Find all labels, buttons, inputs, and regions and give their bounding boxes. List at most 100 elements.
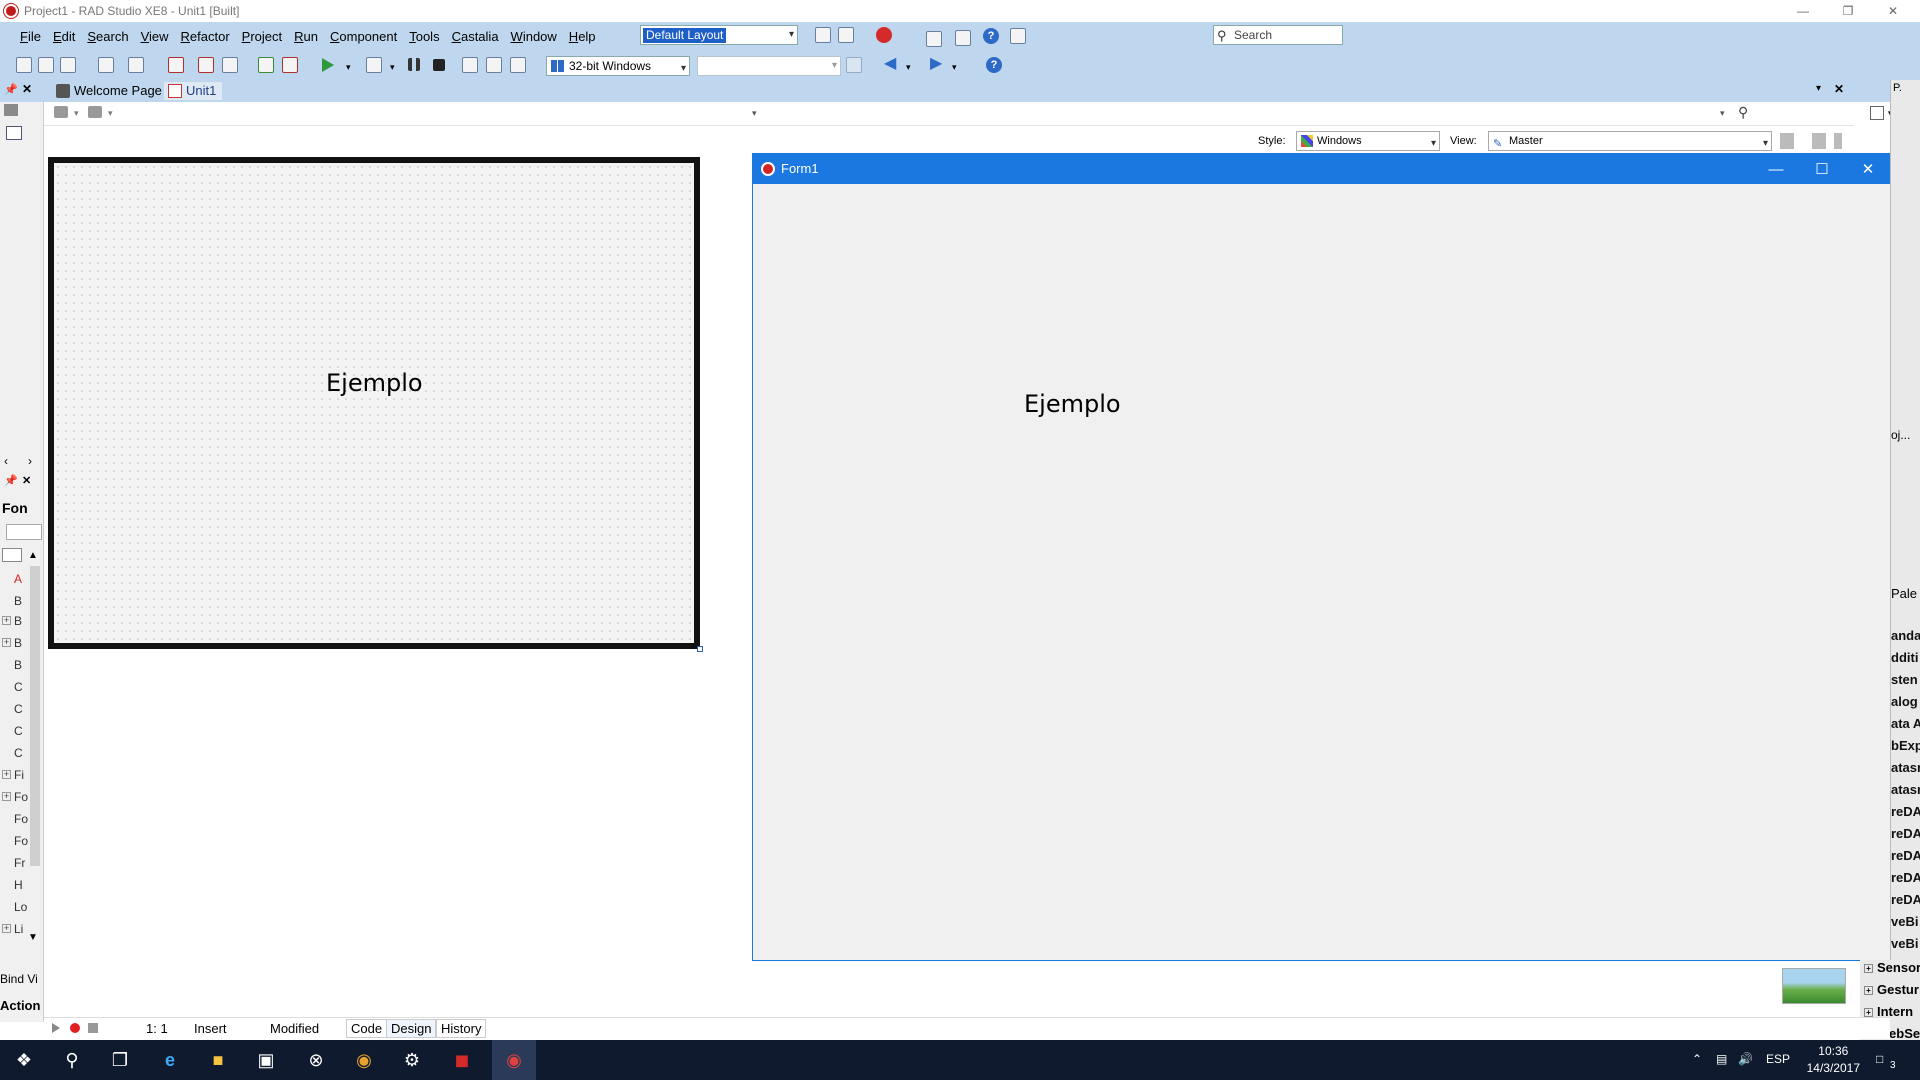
expand-icon[interactable]: + (2, 792, 11, 801)
property-name[interactable]: Fi (14, 768, 24, 782)
palette-category[interactable]: reDA (1891, 892, 1920, 907)
property-name[interactable]: H (14, 878, 23, 892)
palette-category[interactable]: dditi (1891, 650, 1920, 665)
expand-icon[interactable]: + (2, 924, 11, 933)
project-manager-icon[interactable] (1870, 106, 1884, 120)
help-community-icon[interactable]: ? (983, 28, 999, 44)
play-macro-icon[interactable] (52, 1023, 60, 1033)
chrome-icon[interactable]: ◉ (352, 1048, 376, 1072)
network-icon[interactable]: ▤ (1716, 1052, 1727, 1066)
menu-search[interactable]: Search (81, 28, 134, 46)
clock[interactable]: 10:36 14/3/2017 (1807, 1043, 1860, 1077)
property-name[interactable]: Fr (14, 856, 25, 870)
new-items-icon[interactable] (38, 57, 54, 73)
store-icon[interactable]: ▣ (254, 1048, 278, 1072)
search-input[interactable]: ⚲ Search (1213, 25, 1343, 45)
palette-category[interactable]: sten (1891, 672, 1920, 687)
stop-macro-icon[interactable] (88, 1023, 98, 1033)
size-dropdown-icon[interactable]: ▾ (108, 108, 113, 119)
xbox-icon[interactable]: ⊗ (304, 1048, 328, 1072)
designer-label-ejemplo[interactable]: Ejemplo (326, 369, 423, 397)
menu-component[interactable]: Component (324, 28, 403, 46)
component-combo-arrow-icon[interactable]: ▾ (752, 108, 757, 119)
palette-category[interactable]: ata A (1891, 716, 1920, 731)
close-button[interactable]: ✕ (1845, 154, 1891, 184)
property-name[interactable]: B (14, 636, 22, 650)
tab-welcome-page[interactable]: Welcome Page (52, 82, 168, 100)
menu-edit[interactable]: Edit (47, 28, 81, 46)
menu-refactor[interactable]: Refactor (175, 28, 236, 46)
run-icon[interactable] (322, 58, 334, 72)
property-combo-arrow-icon[interactable]: ▾ (1720, 108, 1725, 119)
minimize-button[interactable]: — (1783, 0, 1823, 22)
designer-form[interactable]: Ejemplo (48, 157, 703, 652)
new-icon[interactable] (16, 57, 32, 73)
view-combo[interactable]: ✎ Master ▾ (1488, 131, 1772, 151)
back-icon[interactable]: ◀ (884, 56, 900, 72)
next-icon[interactable]: › (28, 454, 32, 468)
form1-window[interactable]: Form1 — ☐ ✕ Ejemplo (752, 153, 1892, 961)
palette-category[interactable]: reDA (1891, 870, 1920, 885)
volume-icon[interactable]: 🔊 (1738, 1052, 1753, 1066)
forward-icon[interactable]: ▶ (930, 56, 946, 72)
minimize-button[interactable]: — (1753, 154, 1799, 184)
stop-icon[interactable] (433, 59, 445, 71)
property-name[interactable]: B (14, 658, 22, 672)
property-name[interactable]: Fo (14, 812, 28, 826)
refresh-icon[interactable] (846, 57, 862, 73)
property-name[interactable]: B (14, 594, 22, 608)
notification-icon[interactable]: □ (1876, 1052, 1883, 1066)
style-combo[interactable]: Windows ▾ (1296, 131, 1440, 151)
start-icon[interactable]: ❖ (12, 1048, 36, 1072)
save-desktop-icon[interactable] (815, 27, 831, 43)
steam-icon[interactable]: ⚙ (400, 1048, 424, 1072)
feedback-icon[interactable] (1010, 28, 1026, 44)
palette-category[interactable]: bExp (1891, 738, 1920, 753)
step-over-icon[interactable] (486, 57, 502, 73)
search-icon[interactable]: ⚲ (1738, 104, 1748, 121)
size-icon[interactable] (88, 106, 102, 118)
menu-window[interactable]: Window (505, 28, 563, 46)
palette-category[interactable]: reDA (1891, 804, 1920, 819)
help-icon[interactable]: ? (986, 57, 1002, 73)
palette-category[interactable]: veBi (1891, 914, 1920, 929)
palette-category[interactable]: anda (1891, 628, 1920, 643)
close-button[interactable]: ✕ (1873, 0, 1913, 22)
scroll-down-icon[interactable]: ▼ (28, 932, 38, 943)
tab-history[interactable]: History (436, 1019, 487, 1038)
pin-icon[interactable]: 📌 (4, 474, 18, 487)
add-view-icon[interactable] (1780, 133, 1794, 149)
object-inspector-combo[interactable]: Fon (2, 500, 28, 516)
embarcadero-icon[interactable] (876, 27, 892, 43)
tab-design[interactable]: Design (386, 1019, 437, 1038)
property-name[interactable]: Fo (14, 834, 28, 848)
run-dropdown-icon[interactable]: ▾ (346, 62, 362, 78)
search-icon[interactable]: ⚲ (60, 1048, 84, 1072)
palette-category[interactable]: atasr (1891, 782, 1920, 797)
view-option-icon[interactable] (1834, 133, 1842, 149)
property-name[interactable]: C (14, 724, 23, 738)
property-name[interactable]: Fo (14, 790, 28, 804)
properties-filter-input[interactable] (6, 524, 42, 540)
expand-icon[interactable]: + (2, 616, 11, 625)
property-name[interactable]: Li (14, 922, 23, 936)
menu-castalia[interactable]: Castalia (446, 28, 505, 46)
edge-icon[interactable]: e (158, 1048, 182, 1072)
menu-project[interactable]: Project (236, 28, 288, 46)
palette-category[interactable]: reDA (1891, 848, 1920, 863)
save-all-icon[interactable] (198, 57, 214, 73)
open-icon[interactable] (128, 57, 144, 73)
forward-dropdown-icon[interactable]: ▾ (952, 62, 968, 78)
form1-title-bar[interactable]: Form1 — ☐ ✕ (753, 154, 1891, 184)
delete-view-icon[interactable] (1812, 133, 1826, 149)
expand-icon[interactable]: + (2, 770, 11, 779)
trace-into-icon[interactable] (462, 57, 478, 73)
task-view-icon[interactable]: ❐ (108, 1048, 132, 1072)
property-name[interactable]: A (14, 572, 22, 586)
run-to-cursor-icon[interactable] (510, 57, 526, 73)
back-dropdown-icon[interactable]: ▾ (906, 62, 922, 78)
rad-studio-icon[interactable]: ◼ (450, 1048, 474, 1072)
open-project-file-icon[interactable] (222, 57, 238, 73)
palette-category[interactable]: reDA (1891, 826, 1920, 841)
restore-button[interactable]: ❐ (1828, 0, 1868, 22)
